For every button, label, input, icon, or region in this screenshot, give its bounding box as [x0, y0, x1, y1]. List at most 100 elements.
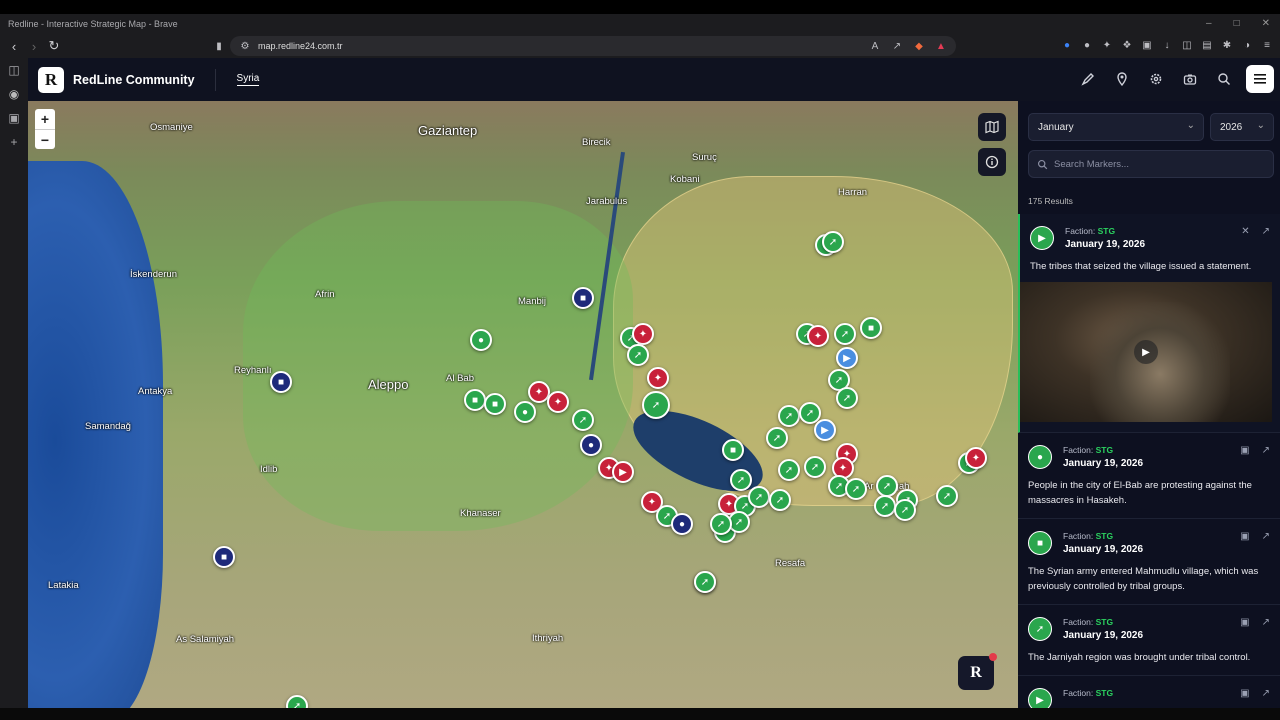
truck-marker[interactable]: ■	[484, 393, 506, 415]
screenshot-icon[interactable]: ▣	[1140, 38, 1154, 52]
translate-icon[interactable]: A	[868, 39, 882, 53]
rifle-marker[interactable]: ➚	[936, 485, 958, 507]
rifle-marker[interactable]: ➚	[874, 495, 896, 517]
rifle-marker[interactable]: ➚	[778, 459, 800, 481]
rifle-marker[interactable]: ➚	[876, 475, 898, 497]
rifle-marker[interactable]: ➚	[834, 323, 856, 345]
rifle-marker[interactable]: ➚	[778, 405, 800, 427]
hamburger-menu-button[interactable]	[1246, 65, 1274, 93]
forward-icon[interactable]: ›	[24, 36, 44, 56]
event-item[interactable]: ➚ Faction: STG January 19, 2026 ▣ ↗ The …	[1018, 605, 1280, 676]
rifle-marker[interactable]: ➚	[627, 344, 649, 366]
search-input[interactable]	[1054, 158, 1254, 170]
marker-search[interactable]	[1028, 150, 1274, 178]
brave-shield-icon[interactable]: ◆	[912, 39, 926, 53]
month-select[interactable]: January ⌄	[1028, 113, 1204, 141]
camera-icon[interactable]	[1178, 65, 1202, 93]
info-marker[interactable]: ●	[580, 434, 602, 456]
video-icon[interactable]: ▣	[1240, 617, 1249, 628]
tab-favicon-icon[interactable]: ◉	[0, 82, 28, 106]
redline-badge-button[interactable]: R	[958, 653, 997, 690]
extension-grey-icon[interactable]: ●	[1080, 38, 1094, 52]
app-logo[interactable]: R	[38, 66, 64, 93]
vpn-icon[interactable]: ◑	[1240, 38, 1254, 52]
map-layers-button[interactable]	[978, 113, 1006, 141]
megaphone-marker[interactable]: ▶	[814, 419, 836, 441]
ai-icon[interactable]: ✱	[1220, 38, 1234, 52]
rifle-marker[interactable]: ➚	[845, 478, 867, 500]
draw-icon[interactable]	[1076, 65, 1100, 93]
wallet-icon[interactable]: ▤	[1200, 38, 1214, 52]
location-pin-icon[interactable]	[1110, 65, 1134, 93]
external-link-icon[interactable]: ↗	[1262, 531, 1270, 542]
megaphone-marker[interactable]: ▶	[836, 347, 858, 369]
zoom-out-button[interactable]: −	[35, 129, 55, 149]
truck-marker[interactable]: ■	[860, 317, 882, 339]
rifle-marker[interactable]: ➚	[710, 513, 732, 535]
hostile-marker[interactable]: ✦	[807, 325, 829, 347]
people-marker[interactable]: ●	[470, 329, 492, 351]
rifle-marker[interactable]: ➚	[804, 456, 826, 478]
rifle-marker[interactable]: ➚	[286, 695, 308, 708]
hostile-marker[interactable]: ✦	[547, 391, 569, 413]
brand-name[interactable]: RedLine Community	[73, 73, 195, 87]
info-marker[interactable]: ●	[671, 513, 693, 535]
settings-icon[interactable]	[1144, 65, 1168, 93]
maximize-icon[interactable]: □	[1234, 18, 1240, 29]
download-icon[interactable]: ↓	[1160, 38, 1174, 52]
megaphone-marker[interactable]: ▶	[612, 461, 634, 483]
truck-marker[interactable]: ■	[572, 287, 594, 309]
site-info-icon[interactable]: ⚙	[238, 39, 252, 53]
reload-icon[interactable]: ↻	[44, 36, 64, 56]
rifle-marker[interactable]: ➚	[572, 409, 594, 431]
external-link-icon[interactable]: ↗	[1262, 617, 1270, 628]
event-item[interactable]: ● Faction: STG January 19, 2026 ▣ ↗ Peop…	[1018, 433, 1280, 519]
event-item[interactable]: ▶ Faction: STG January 19, 2026 ✕ ↗ The …	[1018, 214, 1280, 433]
play-icon[interactable]: ▶	[1134, 340, 1158, 364]
panel-toggle-icon[interactable]: ◫	[0, 58, 28, 82]
search-icon[interactable]	[1212, 65, 1236, 93]
brave-rewards-icon[interactable]: ▲	[934, 39, 948, 53]
map-info-button[interactable]	[978, 148, 1006, 176]
strategic-map[interactable]: + − Gaziantep Osmaniye Aleppo İskenderun…	[28, 101, 1018, 708]
tab-syria[interactable]: Syria	[236, 73, 260, 86]
event-item[interactable]: ■ Faction: STG January 19, 2026 ▣ ↗ The …	[1018, 519, 1280, 605]
tank-marker[interactable]: ■	[213, 546, 235, 568]
year-select[interactable]: 2026 ⌄	[1210, 113, 1274, 141]
video-icon[interactable]: ▣	[1240, 688, 1249, 699]
event-item[interactable]: ▶ Faction: STG ▣ ↗	[1018, 676, 1280, 708]
menu-browser-icon[interactable]: ≡	[1260, 38, 1274, 52]
external-link-icon[interactable]: ↗	[1262, 688, 1270, 699]
rifle-marker[interactable]: ➚	[822, 231, 844, 253]
truck-marker[interactable]: ■	[270, 371, 292, 393]
hostile-marker[interactable]: ✦	[632, 323, 654, 345]
close-icon[interactable]: ✕	[1241, 226, 1249, 237]
rifle-marker[interactable]: ➚	[748, 486, 770, 508]
add-tab-icon[interactable]: +	[0, 130, 28, 154]
tab-lock-icon[interactable]: ▣	[0, 106, 28, 130]
truck-marker[interactable]: ■	[722, 439, 744, 461]
rifle-marker[interactable]: ➚	[766, 427, 788, 449]
external-link-icon[interactable]: ↗	[1262, 445, 1270, 456]
close-window-icon[interactable]: ✕	[1262, 18, 1270, 29]
selected-rifle-marker[interactable]: ➚	[642, 391, 670, 419]
puzzle-icon[interactable]: ❖	[1120, 38, 1134, 52]
event-video[interactable]: ▶	[1020, 282, 1272, 422]
external-link-icon[interactable]: ↗	[1262, 226, 1270, 237]
bookmark-icon[interactable]: ▮	[212, 39, 226, 53]
sidebar-toggle-icon[interactable]: ◫	[1180, 38, 1194, 52]
rifle-marker[interactable]: ➚	[894, 499, 916, 521]
back-icon[interactable]: ‹	[4, 36, 24, 56]
rifle-marker[interactable]: ➚	[730, 469, 752, 491]
hostile-marker[interactable]: ✦	[965, 447, 987, 469]
truck-marker[interactable]: ■	[464, 389, 486, 411]
share-icon[interactable]: ↗	[890, 39, 904, 53]
rifle-marker[interactable]: ➚	[694, 571, 716, 593]
rifle-marker[interactable]: ➚	[769, 489, 791, 511]
hostile-marker[interactable]: ✦	[647, 367, 669, 389]
extension-tools-icon[interactable]: ✦	[1100, 38, 1114, 52]
people-marker[interactable]: ●	[514, 401, 536, 423]
video-icon[interactable]: ▣	[1240, 531, 1249, 542]
minimize-icon[interactable]: –	[1206, 18, 1212, 29]
video-icon[interactable]: ▣	[1240, 445, 1249, 456]
